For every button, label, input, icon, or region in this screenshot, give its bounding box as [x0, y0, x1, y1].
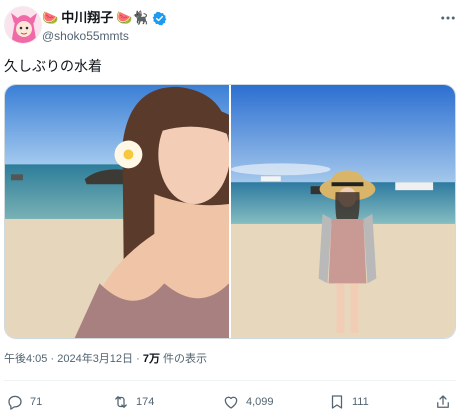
verified-badge-icon — [152, 11, 167, 26]
like-button[interactable]: 4,099 — [222, 390, 274, 414]
tweet-date[interactable]: 2024年3月12日 — [57, 353, 133, 365]
reply-bubble-icon — [6, 393, 24, 411]
retweet-button[interactable]: 174 — [112, 390, 154, 414]
heart-icon — [222, 393, 240, 411]
divider — [4, 380, 456, 381]
meta-separator: · — [50, 353, 55, 365]
reply-button[interactable]: 71 — [6, 390, 42, 414]
tweet-meta: 午後4:05 · 2024年3月12日 · 7万 件の表示 — [4, 352, 207, 366]
name-suffix-emoji: 🍉🐈‍⬛ — [116, 10, 149, 25]
more-dots-icon[interactable] — [438, 8, 458, 28]
photo-2[interactable] — [231, 85, 455, 338]
tweet-header: 🍉 中川翔子 🍉🐈‍⬛ @shoko55mmts — [0, 0, 464, 50]
like-count: 4,099 — [246, 396, 274, 408]
share-upload-icon — [434, 393, 452, 411]
media-grid — [4, 84, 456, 339]
bookmark-icon — [328, 393, 346, 411]
avatar[interactable] — [4, 6, 42, 44]
tweet-text: 久しぶりの水着 — [4, 58, 102, 74]
reply-count: 71 — [30, 396, 43, 408]
watermelon-emoji: 🍉 — [42, 10, 59, 25]
user-handle[interactable]: @shoko55mmts — [42, 29, 129, 43]
views-count: 7万 — [142, 353, 160, 365]
meta-separator-2: · — [136, 353, 140, 365]
share-button[interactable] — [434, 390, 452, 414]
tweet-time[interactable]: 午後4:05 — [4, 353, 47, 365]
bookmark-button[interactable]: 111 — [328, 390, 369, 414]
display-name-row[interactable]: 🍉 中川翔子 🍉🐈‍⬛ — [42, 10, 167, 26]
display-name[interactable]: 中川翔子 — [61, 10, 113, 26]
action-bar: 71 174 4,099 111 — [0, 390, 464, 414]
bookmark-count: 111 — [352, 396, 369, 408]
retweet-count: 174 — [136, 396, 155, 408]
views-label: 件の表示 — [163, 353, 208, 365]
retweet-arrows-icon — [112, 393, 130, 411]
photo-1[interactable] — [5, 85, 229, 338]
